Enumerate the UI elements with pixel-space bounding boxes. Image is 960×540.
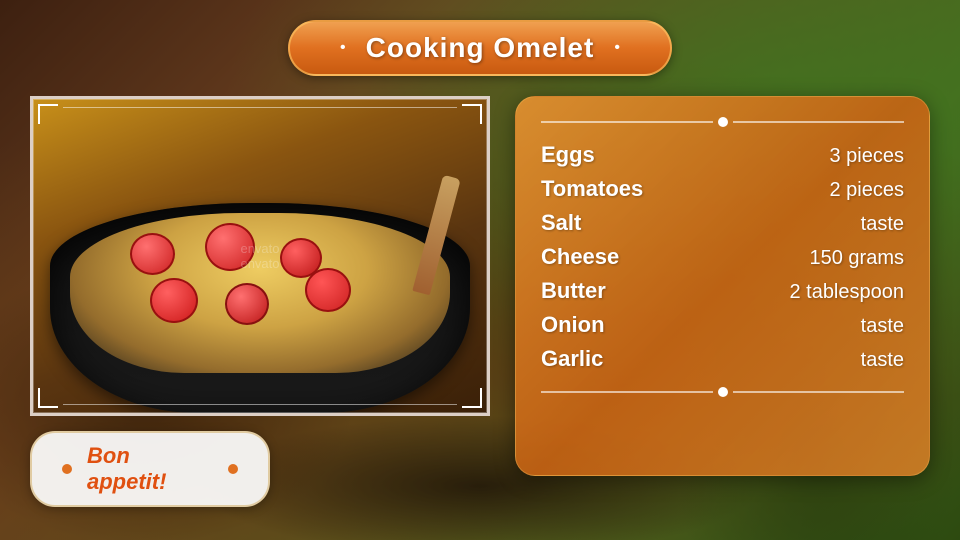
page-title: Cooking Omelet: [366, 32, 595, 64]
corner-tr: [462, 104, 482, 124]
ingredients-card: Eggs 3 pieces Tomatoes 2 pieces Salt tas…: [515, 96, 930, 476]
ingredient-name: Onion: [541, 312, 605, 338]
bon-appetit-dot-left: [62, 464, 72, 474]
card-line-top: [541, 117, 904, 127]
tomato-2: [205, 223, 255, 271]
tomato-6: [305, 268, 351, 312]
ingredient-row: Salt taste: [541, 210, 904, 236]
ingredient-name: Butter: [541, 278, 606, 304]
content-wrapper: Cooking Omelet: [0, 0, 960, 540]
ingredient-amount: taste: [861, 315, 904, 338]
ingredient-row: Cheese 150 grams: [541, 244, 904, 270]
title-banner: Cooking Omelet: [288, 20, 672, 76]
line-right: [733, 121, 905, 123]
line-right-bottom: [733, 391, 905, 393]
ingredients-list: Eggs 3 pieces Tomatoes 2 pieces Salt tas…: [541, 142, 904, 372]
bon-appetit-text: Bon appetit!: [87, 443, 213, 495]
card-line-bottom: [541, 387, 904, 397]
ingredient-amount: 2 pieces: [830, 179, 905, 202]
ingredient-amount: taste: [861, 349, 904, 372]
ingredient-amount: taste: [861, 213, 904, 236]
image-line-bottom: [63, 404, 457, 405]
tomato-1: [130, 233, 175, 275]
ingredient-name: Salt: [541, 210, 581, 236]
ingredient-row: Garlic taste: [541, 346, 904, 372]
corner-tl: [38, 104, 58, 124]
ingredient-row: Tomatoes 2 pieces: [541, 176, 904, 202]
main-area: envato envato Bon appetit! Eggs: [30, 96, 930, 520]
ingredient-row: Butter 2 tablespoon: [541, 278, 904, 304]
ingredient-name: Tomatoes: [541, 176, 643, 202]
corner-br: [462, 388, 482, 408]
ingredient-row: Onion taste: [541, 312, 904, 338]
left-panel: envato envato Bon appetit!: [30, 96, 490, 507]
bon-appetit-banner: Bon appetit!: [30, 431, 270, 507]
line-left: [541, 121, 713, 123]
corner-bl: [38, 388, 58, 408]
ingredient-name: Garlic: [541, 346, 603, 372]
ingredient-amount: 150 grams: [810, 247, 905, 270]
pan-body: [50, 203, 470, 413]
image-line-top: [63, 107, 457, 108]
bon-appetit-dot-right: [228, 464, 238, 474]
card-dot-bottom: [718, 387, 728, 397]
tomato-4: [150, 278, 198, 323]
ingredient-name: Eggs: [541, 142, 595, 168]
tomato-5: [225, 283, 269, 325]
ingredient-row: Eggs 3 pieces: [541, 142, 904, 168]
card-dot-top: [718, 117, 728, 127]
recipe-image: envato envato: [30, 96, 490, 416]
ingredient-name: Cheese: [541, 244, 619, 270]
line-left-bottom: [541, 391, 713, 393]
ingredient-amount: 2 tablespoon: [789, 281, 904, 304]
pan-wrapper: [50, 183, 470, 413]
ingredient-amount: 3 pieces: [830, 145, 905, 168]
